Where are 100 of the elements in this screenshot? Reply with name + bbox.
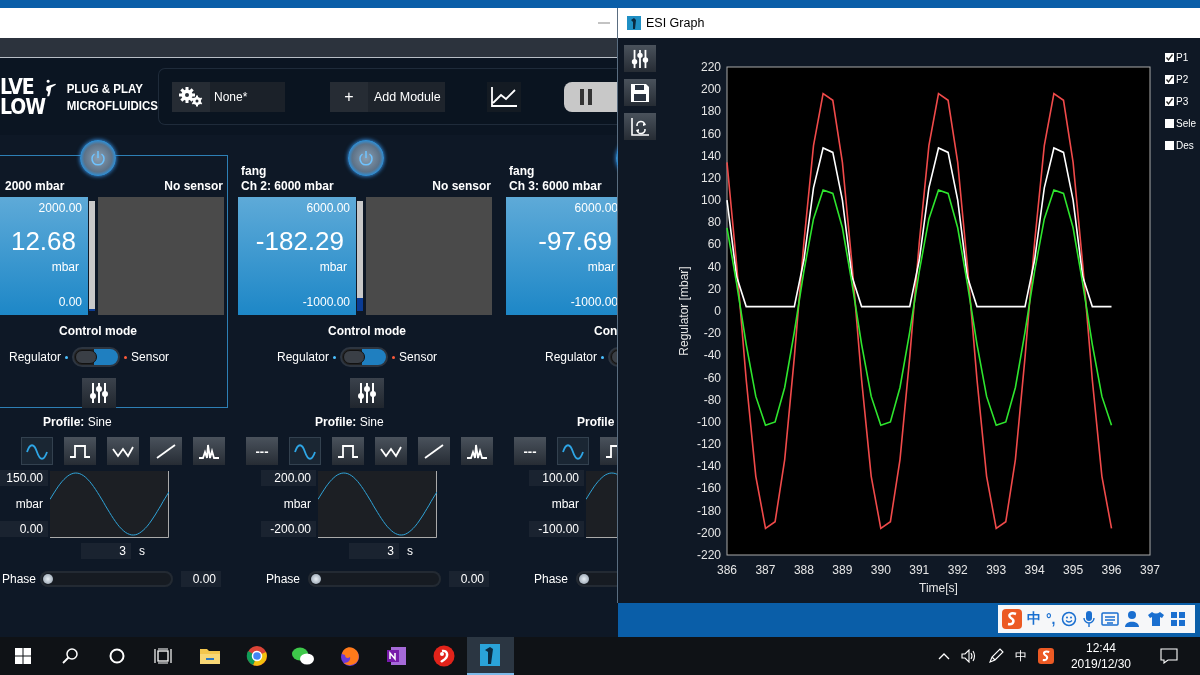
tick-label: -140 xyxy=(696,459,721,474)
series-checkbox[interactable]: P3 xyxy=(1165,95,1196,108)
tick-label: 0 xyxy=(714,304,721,318)
profile-button[interactable] xyxy=(557,437,589,465)
config-field[interactable]: None* xyxy=(210,81,285,112)
profile-button[interactable] xyxy=(375,437,407,465)
grid-icon[interactable] xyxy=(1169,611,1186,627)
add-module-button[interactable]: + Add Module xyxy=(330,81,445,112)
profile-button[interactable] xyxy=(150,437,182,465)
tick-label: -100 xyxy=(696,414,721,429)
pause-button[interactable] xyxy=(563,81,618,112)
amplitude-min-field[interactable]: -100.00 xyxy=(529,521,584,537)
tick-label: 80 xyxy=(707,215,721,230)
clock[interactable]: 12:44 2019/12/30 xyxy=(1070,640,1131,672)
axis-title: Time[s] xyxy=(919,581,958,595)
slider-thumb[interactable] xyxy=(579,574,589,584)
amplitude-min-field[interactable]: 0.00 xyxy=(0,521,48,537)
browser-icon xyxy=(339,645,362,667)
tagline: PLUG & PLAY xyxy=(66,80,144,97)
settings-button[interactable] xyxy=(172,81,210,112)
reset-axis-button[interactable] xyxy=(624,113,656,140)
window-title: ESI Graph xyxy=(646,16,705,30)
tick-label: 60 xyxy=(707,237,721,252)
checkbox[interactable] xyxy=(1165,141,1174,150)
microphone-icon[interactable] xyxy=(1081,610,1096,628)
tick-label: -40 xyxy=(703,348,721,363)
folder-icon xyxy=(199,647,222,665)
phase-slider[interactable] xyxy=(40,571,173,587)
sensor-status: No sensor xyxy=(164,179,223,194)
period-field[interactable]: 3 xyxy=(81,543,131,559)
profile-button[interactable] xyxy=(461,437,493,465)
person-icon[interactable] xyxy=(1123,610,1142,628)
language-indicator[interactable]: 中 xyxy=(1014,647,1027,665)
power-button[interactable] xyxy=(80,140,116,176)
slider-thumb[interactable] xyxy=(311,574,321,584)
pressure-value: -97.69 xyxy=(538,226,612,256)
checkbox[interactable] xyxy=(1165,97,1174,106)
profile-button[interactable] xyxy=(289,437,321,465)
power-button[interactable] xyxy=(348,140,384,176)
notification-icon[interactable] xyxy=(1160,648,1178,664)
phase-slider[interactable] xyxy=(308,571,441,587)
punctuation-indicator[interactable]: °, xyxy=(1046,611,1056,627)
phase-label: Phase xyxy=(265,572,302,586)
period-field[interactable]: 3 xyxy=(349,543,399,559)
settings-button[interactable] xyxy=(350,378,384,408)
pen-icon[interactable] xyxy=(987,648,1004,664)
checkbox[interactable] xyxy=(1165,75,1174,84)
amplitude-max-field[interactable]: 100.00 xyxy=(529,470,584,486)
save-button[interactable] xyxy=(624,79,656,106)
series-checkbox[interactable]: P1 xyxy=(1165,51,1196,64)
chat-bubbles-icon xyxy=(291,646,316,666)
tick-label: -200 xyxy=(696,525,721,540)
amplitude-max-field[interactable]: 150.00 xyxy=(0,470,48,486)
settings-button[interactable] xyxy=(82,378,116,408)
slider-thumb[interactable] xyxy=(43,574,53,584)
tagline: MICROFLUIDICS xyxy=(66,97,158,114)
graph-button[interactable] xyxy=(486,81,521,112)
tick-label: 160 xyxy=(700,126,721,141)
profile-button[interactable] xyxy=(332,437,364,465)
logo-icon[interactable] xyxy=(1037,648,1054,664)
settings-button[interactable] xyxy=(624,45,656,72)
series-checkbox[interactable]: Des xyxy=(1165,139,1196,152)
channel-title: Ch 2: 6000 mbar xyxy=(241,179,334,194)
mode-toggle[interactable] xyxy=(72,347,121,367)
channel-panel[interactable]: fang Ch 2: 6000 mbar No sensor 6000.00 -182.29 mbar -1000.00 Control mode Regulator Sensor xyxy=(237,155,496,408)
tick-label: 200 xyxy=(700,82,721,97)
phase-field[interactable]: 0.00 xyxy=(181,571,221,587)
amplitude-max-field[interactable]: 200.00 xyxy=(261,470,316,486)
app-icon xyxy=(627,16,641,30)
profile-button[interactable]: --- xyxy=(246,437,278,465)
amplitude-min-field[interactable]: -200.00 xyxy=(261,521,316,537)
range-min: -1000.00 xyxy=(570,295,618,309)
chevron-up-icon[interactable] xyxy=(937,652,950,660)
tick-label: 395 xyxy=(1063,563,1084,577)
profile-button[interactable] xyxy=(418,437,450,465)
shirt-icon[interactable] xyxy=(1146,611,1165,627)
profile-button[interactable]: --- xyxy=(514,437,546,465)
language-indicator[interactable]: 中 xyxy=(1027,610,1041,628)
profile-button[interactable] xyxy=(107,437,139,465)
task-view-icon xyxy=(154,648,173,664)
channel-title: Ch 3: 6000 mbar xyxy=(509,179,602,194)
mode-toggle[interactable] xyxy=(340,347,389,367)
profile-button[interactable] xyxy=(64,437,96,465)
taskbar-button[interactable] xyxy=(466,637,514,675)
profile-title: Profile xyxy=(576,415,616,430)
profile-button[interactable] xyxy=(193,437,225,465)
tick-label: 390 xyxy=(870,563,891,577)
series-checkbox[interactable]: Sele xyxy=(1165,117,1196,130)
channel-panel[interactable]: 2000 mbar No sensor 2000.00 12.68 mbar 0.00 Control mode Regulator Sensor xyxy=(0,155,228,408)
series-checkbox[interactable]: P2 xyxy=(1165,73,1196,86)
tick-label: 180 xyxy=(700,104,721,119)
logo-text: LOW xyxy=(0,96,46,117)
profile-button[interactable] xyxy=(21,437,53,465)
indicator-dot xyxy=(333,355,337,359)
phase-field[interactable]: 0.00 xyxy=(449,571,489,587)
keyboard-icon[interactable] xyxy=(1100,612,1119,626)
checkbox[interactable] xyxy=(1165,119,1174,128)
checkbox[interactable] xyxy=(1165,53,1174,62)
smiley-icon[interactable] xyxy=(1060,611,1077,627)
speaker-icon[interactable] xyxy=(960,649,977,663)
